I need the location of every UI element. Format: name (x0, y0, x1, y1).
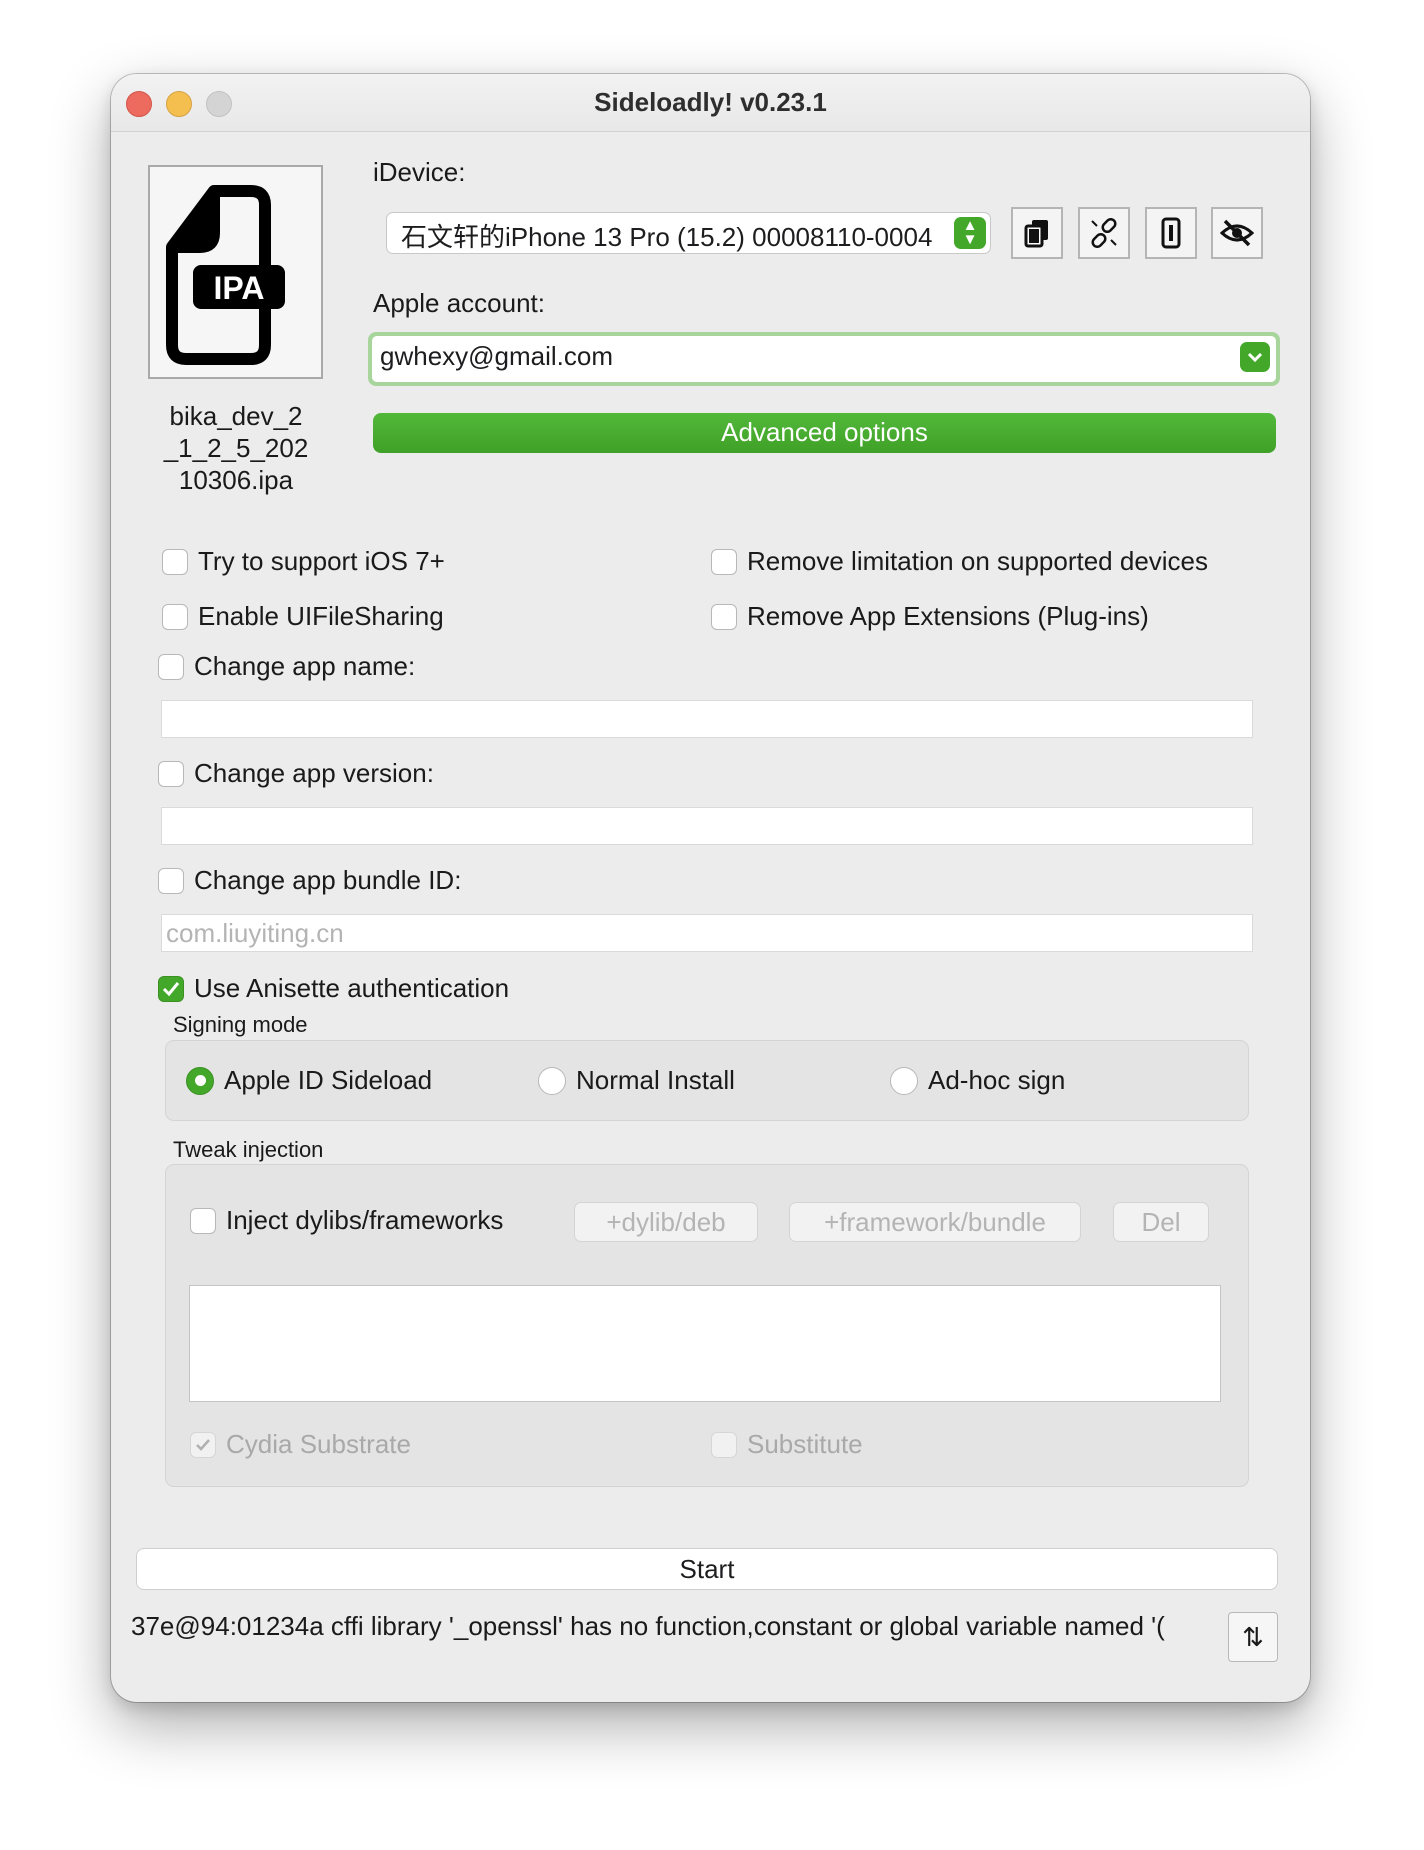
copy-icon (1024, 220, 1048, 248)
remove-extensions-option[interactable]: Remove App Extensions (Plug-ins) (711, 601, 1149, 632)
phone-icon (1161, 217, 1181, 249)
app-version-field[interactable] (161, 807, 1253, 845)
file-sharing-label: Enable UIFileSharing (198, 601, 444, 631)
swap-arrows-icon: ⇅ (1242, 1621, 1264, 1652)
remove-limitation-option[interactable]: Remove limitation on supported devices (711, 546, 1208, 577)
bundle-id-field[interactable] (161, 914, 1253, 952)
delete-tweak-button[interactable]: Del (1113, 1202, 1209, 1242)
inject-label: Inject dylibs/frameworks (226, 1205, 504, 1235)
app-name-field[interactable] (161, 700, 1253, 738)
idevice-select[interactable]: 石文轩的iPhone 13 Pro (15.2) 00008110-0004 ▲… (386, 212, 991, 254)
ipa-filename: bika_dev_2 _1_2_5_202 10306.ipa (131, 400, 341, 496)
copy-log-button[interactable] (1011, 207, 1063, 259)
ipa-badge: IPA (214, 270, 265, 306)
app-window: Sideloadly! v0.23.1 IPA bika_dev_2 _1_2_… (111, 74, 1310, 1702)
remove-extensions-checkbox[interactable] (711, 603, 737, 630)
signing-mode-label: Signing mode (173, 1012, 308, 1037)
apple-id-sideload-radio[interactable] (186, 1066, 214, 1095)
substitute-option[interactable]: Substitute (711, 1429, 863, 1460)
ipa-drop-zone[interactable]: IPA (148, 165, 323, 379)
log-output: 37e@94:01234a cffi library '_openssl' ha… (131, 1611, 1165, 1641)
add-framework-button[interactable]: +framework/bundle (789, 1202, 1081, 1242)
normal-install-label: Normal Install (576, 1065, 735, 1095)
remove-limitation-label: Remove limitation on supported devices (747, 546, 1209, 576)
log-toggle-button[interactable]: ⇅ (1228, 1612, 1278, 1662)
checkmark-icon (162, 981, 180, 996)
app-name-input[interactable] (162, 701, 1252, 737)
substitute-checkbox[interactable] (711, 1431, 737, 1458)
ipa-file-icon: IPA (166, 185, 285, 365)
change-version-checkbox[interactable] (158, 760, 184, 787)
tweak-list[interactable] (189, 1285, 1221, 1402)
ipa-filename-line: bika_dev_2 (169, 401, 303, 431)
change-name-option[interactable]: Change app name: (158, 651, 415, 682)
change-name-label: Change app name: (194, 651, 416, 681)
change-bundle-option[interactable]: Change app bundle ID: (158, 865, 461, 896)
signing-mode-apple-id[interactable]: Apple ID Sideload (186, 1065, 432, 1096)
idevice-label: iDevice: (373, 157, 466, 187)
cydia-substrate-checkbox[interactable] (190, 1431, 216, 1458)
bundle-id-input[interactable] (162, 915, 1252, 951)
signing-mode-normal[interactable]: Normal Install (538, 1065, 735, 1096)
advanced-options-button[interactable]: Advanced options (373, 413, 1276, 453)
change-bundle-checkbox[interactable] (158, 867, 184, 894)
app-version-input[interactable] (162, 808, 1252, 844)
signing-mode-group: Apple ID Sideload Normal Install Ad-hoc … (165, 1040, 1249, 1121)
apple-account-label: Apple account: (373, 288, 546, 318)
inject-checkbox[interactable] (190, 1207, 216, 1234)
ios7-option[interactable]: Try to support iOS 7+ (162, 546, 445, 577)
anisette-option[interactable]: Use Anisette authentication (158, 973, 509, 1004)
apple-account-select[interactable]: gwhexy@gmail.com (368, 332, 1280, 386)
ios7-label: Try to support iOS 7+ (198, 546, 445, 576)
apple-id-sideload-label: Apple ID Sideload (224, 1065, 433, 1095)
apple-account-value: gwhexy@gmail.com (380, 341, 614, 371)
chevron-updown-icon: ▲ ▼ (954, 217, 986, 249)
idevice-selected-value: 石文轩的iPhone 13 Pro (15.2) 00008110-0004 (401, 222, 933, 252)
change-version-label: Change app version: (194, 758, 434, 788)
signing-mode-adhoc[interactable]: Ad-hoc sign (890, 1065, 1065, 1096)
adhoc-sign-radio[interactable] (890, 1066, 918, 1095)
anisette-label: Use Anisette authentication (194, 973, 510, 1003)
unlink-button[interactable] (1078, 207, 1130, 259)
remove-limitation-checkbox[interactable] (711, 548, 737, 575)
ipa-filename-line: 10306.ipa (178, 465, 294, 495)
unlink-icon (1091, 218, 1117, 248)
tweak-injection-label: Tweak injection (173, 1137, 324, 1162)
add-dylib-button[interactable]: +dylib/deb (574, 1202, 758, 1242)
cydia-substrate-label: Cydia Substrate (226, 1429, 411, 1459)
ipa-filename-line: _1_2_5_202 (163, 433, 309, 463)
change-name-checkbox[interactable] (158, 653, 184, 680)
anisette-checkbox[interactable] (158, 975, 184, 1002)
eye-slash-icon (1220, 219, 1254, 247)
window-title: Sideloadly! v0.23.1 (594, 87, 827, 117)
change-bundle-label: Change app bundle ID: (194, 865, 462, 895)
cydia-substrate-option[interactable]: Cydia Substrate (190, 1429, 411, 1460)
start-button[interactable]: Start (136, 1548, 1278, 1590)
file-sharing-option[interactable]: Enable UIFileSharing (162, 601, 444, 632)
hide-device-button[interactable] (1211, 207, 1263, 259)
device-info-button[interactable] (1145, 207, 1197, 259)
file-sharing-checkbox[interactable] (162, 603, 188, 630)
tweak-injection-group: Inject dylibs/frameworks +dylib/deb +fra… (165, 1164, 1249, 1487)
adhoc-sign-label: Ad-hoc sign (928, 1065, 1066, 1095)
change-version-option[interactable]: Change app version: (158, 758, 434, 789)
ios7-checkbox[interactable] (162, 548, 188, 575)
remove-extensions-label: Remove App Extensions (Plug-ins) (747, 601, 1149, 631)
substitute-label: Substitute (747, 1429, 863, 1459)
checkmark-icon (196, 1438, 210, 1451)
normal-install-radio[interactable] (538, 1066, 566, 1095)
inject-option[interactable]: Inject dylibs/frameworks (190, 1205, 503, 1236)
chevron-down-icon (1240, 342, 1270, 372)
title-bar: Sideloadly! v0.23.1 (111, 74, 1310, 132)
